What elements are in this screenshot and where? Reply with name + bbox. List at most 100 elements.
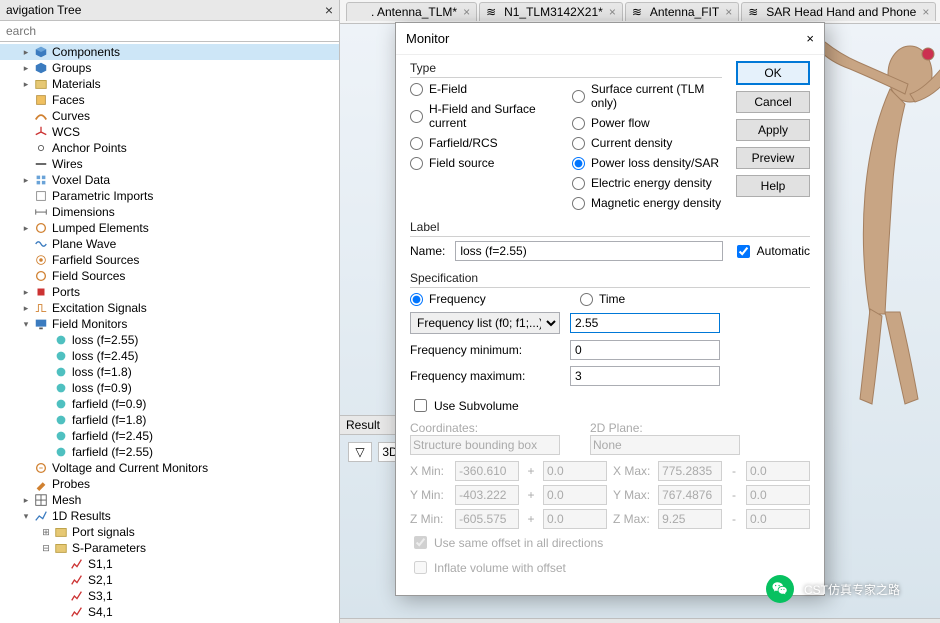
tree-item-dimensions[interactable]: Dimensions bbox=[0, 204, 339, 220]
expander-icon[interactable]: ▾ bbox=[20, 318, 32, 330]
expander-icon[interactable]: ▸ bbox=[20, 302, 32, 314]
tree-item-sparam[interactable]: S1,1 bbox=[0, 556, 339, 572]
radio-electric-energy[interactable]: Electric energy density bbox=[572, 176, 722, 190]
tree-item-mesh[interactable]: ▸Mesh bbox=[0, 492, 339, 508]
dialog-titlebar[interactable]: Monitor × bbox=[396, 23, 824, 55]
folder-icon bbox=[34, 77, 48, 91]
tab-close-icon[interactable]: × bbox=[609, 5, 616, 19]
tree-item-groups[interactable]: ▸Groups bbox=[0, 60, 339, 76]
navigation-tree[interactable]: ▸Components ▸Groups ▸Materials Faces Cur… bbox=[0, 42, 339, 623]
chart-icon bbox=[70, 589, 84, 603]
preview-button[interactable]: Preview bbox=[736, 147, 810, 169]
freq-max-input[interactable] bbox=[570, 366, 720, 386]
tree-item-excitation-signals[interactable]: ▸Excitation Signals bbox=[0, 300, 339, 316]
tab-close-icon[interactable]: × bbox=[725, 5, 732, 19]
radio-farfield-rcs[interactable]: Farfield/RCS bbox=[410, 136, 560, 150]
tree-item-monitor[interactable]: farfield (f=2.55) bbox=[0, 444, 339, 460]
apply-button[interactable]: Apply bbox=[736, 119, 810, 141]
tab-sar-head[interactable]: ≋SAR Head Hand and Phone× bbox=[741, 2, 936, 21]
tree-item-farfield-sources[interactable]: Farfield Sources bbox=[0, 252, 339, 268]
plus-icon[interactable]: ⊞ bbox=[40, 526, 52, 538]
filter-tool[interactable]: ▽ bbox=[348, 442, 372, 462]
cube-icon bbox=[34, 61, 48, 75]
tree-item-wires[interactable]: Wires bbox=[0, 156, 339, 172]
tree-item-faces[interactable]: Faces bbox=[0, 92, 339, 108]
tree-item-port-signals[interactable]: ⊞Port signals bbox=[0, 524, 339, 540]
expander-icon[interactable]: ▸ bbox=[20, 174, 32, 186]
radio-efield[interactable]: E-Field bbox=[410, 82, 560, 96]
dialog-close-icon[interactable]: × bbox=[806, 31, 814, 46]
cube-icon bbox=[34, 45, 48, 59]
tree-item-sparam[interactable]: S2,1 bbox=[0, 572, 339, 588]
tree-item-plane-wave[interactable]: Plane Wave bbox=[0, 236, 339, 252]
tree-item-sparam[interactable]: S3,1 bbox=[0, 588, 339, 604]
tree-item-sparameters[interactable]: ⊟S-Parameters bbox=[0, 540, 339, 556]
tree-item-field-sources[interactable]: Field Sources bbox=[0, 268, 339, 284]
expander-icon[interactable]: ▸ bbox=[20, 62, 32, 74]
tab-close-icon[interactable]: × bbox=[463, 5, 470, 19]
tree-item-monitor[interactable]: loss (f=1.8) bbox=[0, 364, 339, 380]
expander-icon[interactable]: ▸ bbox=[20, 46, 32, 58]
tree-item-monitor[interactable]: loss (f=0.9) bbox=[0, 380, 339, 396]
radio-field-source[interactable]: Field source bbox=[410, 156, 560, 170]
tree-item-1d-results[interactable]: ▾1D Results bbox=[0, 508, 339, 524]
wave-icon: ≋ bbox=[632, 5, 646, 19]
name-label: Name: bbox=[410, 244, 445, 258]
tree-item-parametric-imports[interactable]: Parametric Imports bbox=[0, 188, 339, 204]
radio-power-flow[interactable]: Power flow bbox=[572, 116, 722, 130]
help-button[interactable]: Help bbox=[736, 175, 810, 197]
radio-surface-current[interactable]: Surface current (TLM only) bbox=[572, 82, 722, 110]
cancel-button[interactable]: Cancel bbox=[736, 91, 810, 113]
expander-icon[interactable]: ▸ bbox=[20, 286, 32, 298]
expander-icon[interactable]: ▸ bbox=[20, 222, 32, 234]
tree-item-voxel-data[interactable]: ▸Voxel Data bbox=[0, 172, 339, 188]
tree-item-materials[interactable]: ▸Materials bbox=[0, 76, 339, 92]
tree-item-monitor[interactable]: loss (f=2.55) bbox=[0, 332, 339, 348]
frequency-list-select[interactable]: Frequency list (f0; f1;...) bbox=[410, 312, 560, 334]
name-input[interactable] bbox=[455, 241, 722, 261]
expander-icon[interactable]: ▾ bbox=[20, 510, 32, 522]
tree-item-monitor[interactable]: loss (f=2.45) bbox=[0, 348, 339, 364]
wave-icon: ≋ bbox=[748, 5, 762, 19]
minus-icon[interactable]: ⊟ bbox=[40, 542, 52, 554]
tab-antenna-fit[interactable]: ≋Antenna_FIT× bbox=[625, 2, 739, 21]
tree-item-field-monitors[interactable]: ▾Field Monitors bbox=[0, 316, 339, 332]
watermark-text: CST仿真专家之路 bbox=[804, 581, 900, 598]
tree-item-wcs[interactable]: WCS bbox=[0, 124, 339, 140]
freq-min-input[interactable] bbox=[570, 340, 720, 360]
use-subvolume-checkbox[interactable]: Use Subvolume bbox=[410, 396, 810, 415]
tab-antenna-tlm[interactable]: . Antenna_TLM*× bbox=[346, 2, 477, 21]
tree-item-monitor[interactable]: farfield (f=2.45) bbox=[0, 428, 339, 444]
radio-current-density[interactable]: Current density bbox=[572, 136, 722, 150]
radio-magnetic-energy[interactable]: Magnetic energy density bbox=[572, 196, 722, 210]
tree-item-components[interactable]: ▸Components bbox=[0, 44, 339, 60]
inflate-checkbox: Inflate volume with offset bbox=[410, 558, 810, 577]
same-offset-checkbox: Use same offset in all directions bbox=[410, 533, 810, 552]
ok-button[interactable]: OK bbox=[736, 61, 810, 85]
tree-item-anchor-points[interactable]: Anchor Points bbox=[0, 140, 339, 156]
radio-power-loss-sar[interactable]: Power loss density/SAR bbox=[572, 156, 722, 170]
expander-icon[interactable]: ▸ bbox=[20, 78, 32, 90]
mesh-icon bbox=[34, 493, 48, 507]
tree-item-monitor[interactable]: farfield (f=0.9) bbox=[0, 396, 339, 412]
tree-item-curves[interactable]: Curves bbox=[0, 108, 339, 124]
label-group: Label Name: Automatic bbox=[410, 220, 810, 261]
tree-item-vc-monitors[interactable]: Voltage and Current Monitors bbox=[0, 460, 339, 476]
radio-time[interactable]: Time bbox=[580, 292, 740, 306]
expander-icon[interactable]: ▸ bbox=[20, 494, 32, 506]
nav-search-input[interactable] bbox=[0, 21, 339, 41]
tab-n1-tlm[interactable]: ≋N1_TLM3142X21*× bbox=[479, 2, 623, 21]
frequency-value-input[interactable] bbox=[570, 313, 720, 333]
tree-item-sparam[interactable]: S4,1 bbox=[0, 604, 339, 620]
xmin-input bbox=[455, 461, 519, 481]
radio-frequency[interactable]: Frequency bbox=[410, 292, 570, 306]
doc-icon bbox=[353, 5, 367, 19]
automatic-checkbox[interactable]: Automatic bbox=[733, 242, 810, 261]
radio-hfield[interactable]: H-Field and Surface current bbox=[410, 102, 560, 130]
nav-panel-close-icon[interactable]: × bbox=[325, 2, 333, 18]
tree-item-monitor[interactable]: farfield (f=1.8) bbox=[0, 412, 339, 428]
tree-item-ports[interactable]: ▸Ports bbox=[0, 284, 339, 300]
tree-item-probes[interactable]: Probes bbox=[0, 476, 339, 492]
tree-item-lumped-elements[interactable]: ▸Lumped Elements bbox=[0, 220, 339, 236]
tab-close-icon[interactable]: × bbox=[922, 5, 929, 19]
